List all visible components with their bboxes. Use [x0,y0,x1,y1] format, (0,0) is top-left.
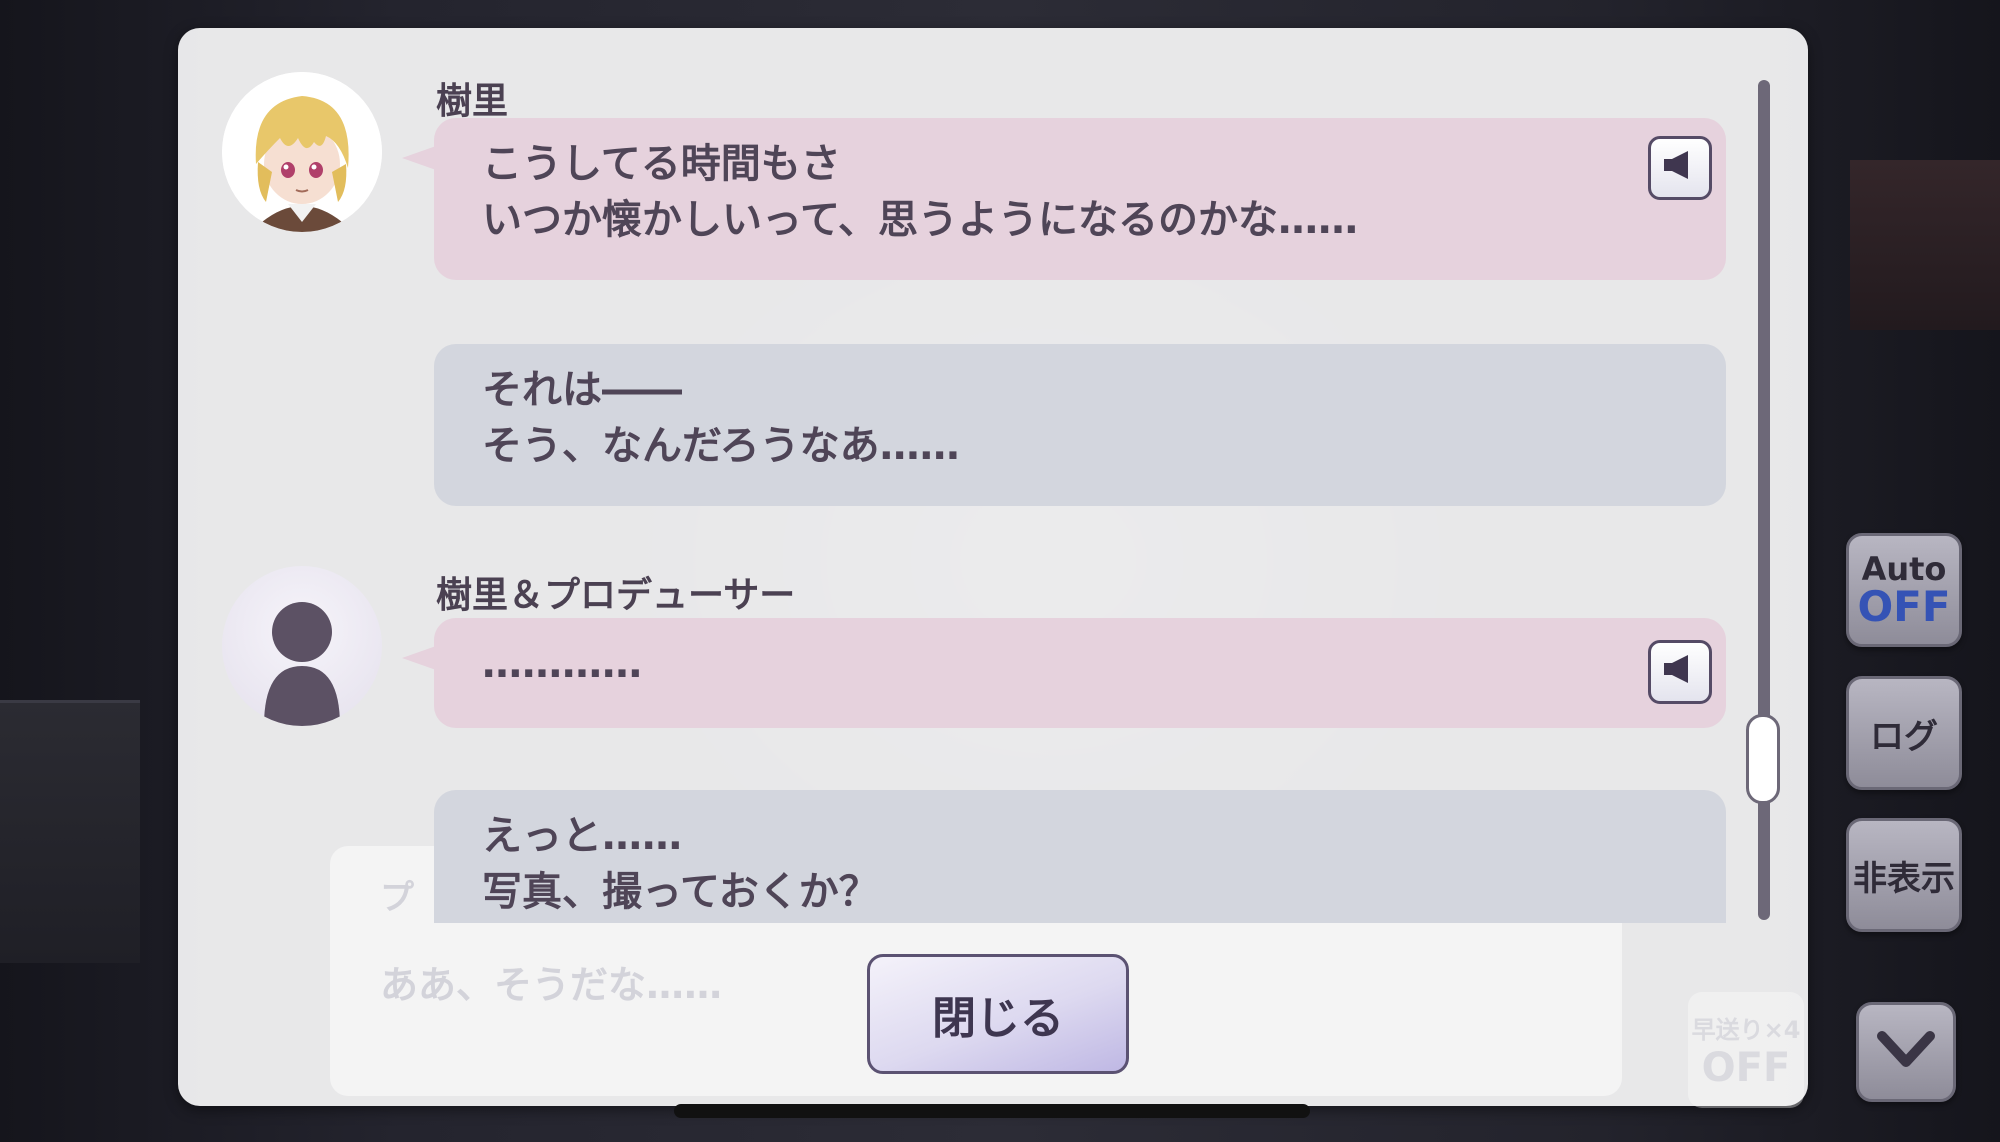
message-bubble: ………… [402,618,1726,728]
background-shelf-left [0,700,140,963]
message-line: ………… [482,641,642,687]
message-bubble: えっと…… 写真、撮っておくか？ [434,790,1726,923]
scrollbar-thumb[interactable] [1746,714,1780,804]
log-list[interactable]: 樹里 こうしてる時間もさ いつか懐かしいって、思うようになるのかな…… それは―… [178,28,1778,923]
fast-forward-state: OFF [1701,1044,1791,1091]
close-button[interactable]: 閉じる [867,954,1129,1074]
speaker-icon [1662,140,1698,196]
voice-replay-button[interactable] [1648,136,1712,200]
message-bubble: こうしてる時間もさ いつか懐かしいって、思うようになるのかな…… [402,118,1726,280]
message-bubble: それは―― そう、なんだろうなあ…… [434,344,1726,506]
message-line: えっと…… [482,813,682,859]
unknown-speaker-avatar [222,566,382,726]
home-indicator [674,1104,1310,1118]
log-label: ログ [1870,716,1938,757]
auto-state: OFF [1857,582,1951,631]
message-line: そう、なんだろうなあ…… [482,423,960,469]
log-dialog: プ ああ、そうだな…… 樹里 こうしてる時間もさ いつか懐かしいって、思うように… [178,28,1808,1106]
fast-forward-label: 早送り×4 [1691,1015,1801,1044]
voice-replay-button[interactable] [1648,640,1712,704]
collapse-menu-button[interactable] [1856,1002,1956,1102]
hide-ui-button[interactable]: 非表示 [1846,818,1962,932]
log-button[interactable]: ログ [1846,676,1962,790]
message-line: こうしてる時間もさ [482,141,841,187]
auto-toggle-button[interactable]: Auto OFF [1846,533,1962,647]
bubble-tail [402,646,436,670]
bubble-tail [402,146,436,170]
background-shelf-right [1850,160,2000,330]
fast-forward-button[interactable]: 早送り×4 OFF [1688,992,1804,1108]
speaker-name: 樹里＆プロデューサー [436,575,796,616]
speaker-icon [1662,644,1698,700]
hide-label: 非表示 [1853,858,1955,899]
chevron-down-icon [1876,1030,1936,1074]
message-line: 写真、撮っておくか？ [482,869,879,915]
message-line: いつか懐かしいって、思うようになるのかな…… [482,197,1358,243]
background-message-text: ああ、そうだな…… [380,963,723,1007]
message-line: それは―― [482,367,682,413]
speaker-name: 樹里 [436,81,509,122]
auto-label: Auto [1861,550,1947,588]
jurie-avatar [222,72,382,232]
